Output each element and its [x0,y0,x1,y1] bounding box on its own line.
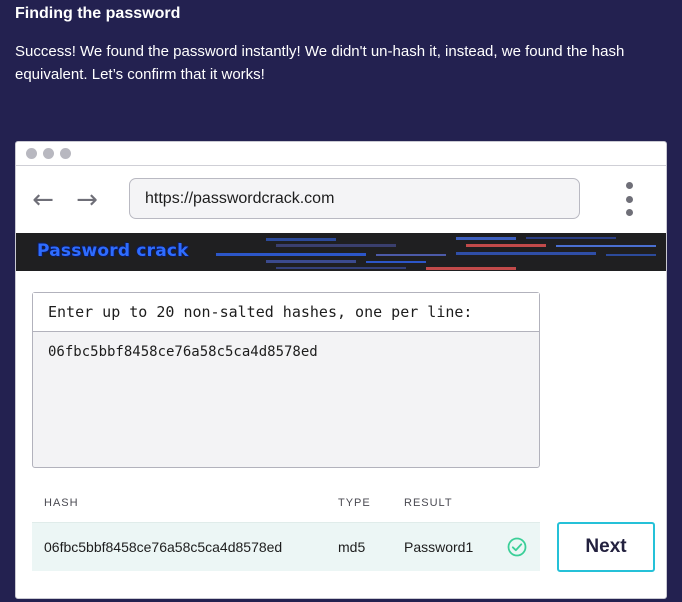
column-header-type: TYPE [338,497,371,509]
table-row: 06fbc5bbf8458ce76a58c5ca4d8578ed md5 Pas… [32,522,540,571]
browser-window: ← → https://passwordcrack.com Password c… [15,141,667,599]
browser-titlebar [16,142,666,166]
window-dot [60,148,71,159]
arrow-right-icon[interactable]: → [74,187,100,213]
address-bar[interactable]: https://passwordcrack.com [129,178,580,219]
row-result: Password1 [404,539,474,555]
next-button[interactable]: Next [557,522,655,572]
hash-input-box[interactable]: Enter up to 20 non-salted hashes, one pe… [32,292,540,468]
banner-decoration [216,237,656,270]
hash-input-field[interactable]: 06fbc5bbf8458ce76a58c5ca4d8578ed [33,332,539,372]
window-dot [26,148,37,159]
column-header-hash: HASH [44,497,79,509]
row-hash: 06fbc5bbf8458ce76a58c5ca4d8578ed [44,539,283,555]
browser-navbar: ← → https://passwordcrack.com [16,166,666,233]
arrow-left-icon[interactable]: ← [30,187,56,213]
lesson-title: Finding the password [15,5,181,22]
window-dot [43,148,54,159]
column-header-result: RESULT [404,497,453,509]
site-banner: Password crack [16,233,666,271]
site-logo: Password crack [37,241,189,261]
check-circle-icon [507,537,527,557]
hash-input-label: Enter up to 20 non-salted hashes, one pe… [33,293,539,332]
site-content: Enter up to 20 non-salted hashes, one pe… [16,271,666,596]
kebab-menu-icon[interactable] [623,182,635,216]
lesson-body: Success! We found the password instantly… [15,43,625,83]
row-type: md5 [338,539,366,555]
